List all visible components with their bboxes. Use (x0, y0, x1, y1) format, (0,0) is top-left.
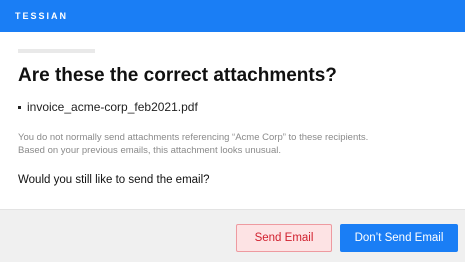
subject-placeholder (18, 49, 95, 53)
bullet-icon (18, 105, 21, 109)
info-line: You do not normally send attachments ref… (18, 132, 369, 143)
dialog-body: Are these the correct attachments? invoi… (0, 49, 465, 186)
attachment-filename: invoice_acme-corp_feb2021.pdf (27, 100, 198, 114)
brand-logo: TESSIAN (15, 11, 69, 21)
dialog-title: Are these the correct attachments? (18, 65, 337, 86)
info-text: You do not normally send attachments ref… (18, 131, 447, 157)
tessian-warning-dialog: TESSIAN Are these the correct attachment… (0, 0, 465, 262)
header-bar: TESSIAN (0, 0, 465, 32)
info-line: Based on your previous emails, this atta… (18, 145, 281, 156)
dialog-footer: Send Email Don’t Send Email (0, 209, 465, 262)
dont-send-email-button[interactable]: Don’t Send Email (340, 224, 458, 252)
attachment-item: invoice_acme-corp_feb2021.pdf (18, 100, 447, 114)
send-email-button[interactable]: Send Email (236, 224, 332, 252)
confirmation-question: Would you still like to send the email? (18, 174, 210, 186)
